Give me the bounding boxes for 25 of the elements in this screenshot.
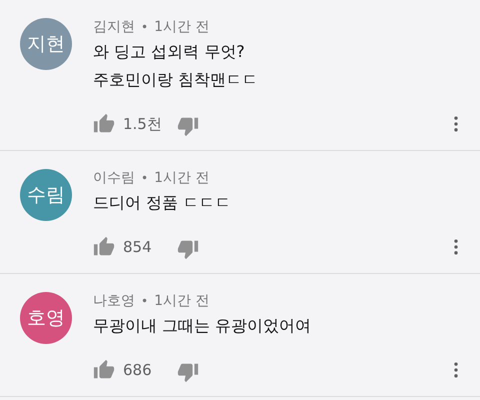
thumbs-down-icon[interactable] bbox=[177, 238, 199, 260]
thumbs-down-icon[interactable] bbox=[177, 361, 199, 383]
comment-time: 1시간 전 bbox=[154, 18, 210, 36]
comment-text: 와 딩고 섭외력 무엇? bbox=[93, 41, 246, 63]
thumbs-up-icon[interactable] bbox=[93, 236, 115, 258]
comment-time: 1시간 전 bbox=[154, 169, 210, 187]
like-count: 1.5천 bbox=[123, 114, 163, 134]
separator-dot: • bbox=[141, 171, 148, 185]
like-count: 854 bbox=[123, 238, 153, 256]
author-name: 나호영 bbox=[93, 292, 135, 310]
separator-dot: • bbox=[141, 294, 148, 308]
comment-text: 주호민이랑 침착맨ㄷㄷ bbox=[93, 69, 260, 91]
separator-dot: • bbox=[141, 20, 148, 34]
thumbs-up-icon[interactable] bbox=[93, 359, 115, 381]
thumbs-up-icon[interactable] bbox=[93, 113, 115, 135]
comment-text: 무광이내 그때는 유광이었어여 bbox=[93, 315, 312, 337]
avatar: 수림 bbox=[20, 169, 72, 221]
comment-text: 드디어 정품 ㄷㄷㄷ bbox=[93, 192, 232, 214]
author-name: 이수림 bbox=[93, 169, 135, 187]
author-name: 김지현 bbox=[93, 18, 135, 36]
avatar: 호영 bbox=[20, 292, 72, 344]
thumbs-down-icon[interactable] bbox=[177, 115, 199, 137]
avatar: 지현 bbox=[20, 18, 72, 70]
like-count: 686 bbox=[123, 361, 153, 379]
comment-time: 1시간 전 bbox=[154, 292, 210, 310]
